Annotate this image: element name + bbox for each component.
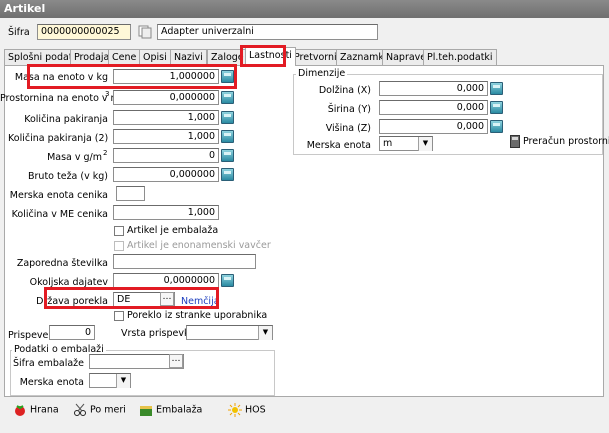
prostornina-label: Prostornina na enoto v m [0, 93, 120, 104]
calculator-icon[interactable] [221, 149, 234, 162]
merska-enota-dim-label: Merska enota [306, 140, 371, 151]
kolicina-pakiranja2-label: Količina pakiranja (2) [8, 133, 109, 144]
poreklo-stranke-label: Poreklo iz stranke uporabnika [127, 310, 268, 321]
name-input[interactable]: Adapter univerzalni [157, 24, 378, 40]
highlight-tab-lastnosti [240, 45, 286, 67]
dolzina-label: Dolžina (X) [318, 85, 371, 96]
calculator-icon[interactable] [490, 120, 503, 133]
calculator-icon[interactable] [221, 130, 234, 143]
hrana-button[interactable]: Hrana [13, 403, 59, 421]
okoljska-dajatev-input[interactable]: 0,0000000 [113, 273, 219, 288]
box-icon [139, 403, 153, 417]
calculator-icon[interactable] [221, 111, 234, 124]
enonamenski-vavcer-checkbox[interactable] [114, 241, 124, 251]
calculator-icon[interactable] [490, 101, 503, 114]
sirina-label: Širina (Y) [327, 104, 371, 115]
sirina-input[interactable]: 0,000 [379, 100, 488, 115]
chevron-down-icon[interactable]: ▼ [258, 326, 272, 340]
visina-input[interactable]: 0,000 [379, 119, 488, 134]
masa-gm-sup: 2 [103, 149, 108, 157]
merska-enota-cenika-input[interactable] [116, 186, 145, 201]
highlight-masa [27, 64, 237, 89]
calculator-icon[interactable] [221, 168, 234, 181]
kolicina-me-input[interactable]: 1,000 [113, 205, 219, 220]
visina-label: Višina (Z) [325, 123, 371, 134]
bruto-teza-label: Bruto teža (v kg) [28, 171, 108, 182]
kolicina-pakiranja2-input[interactable]: 1,000 [113, 129, 219, 144]
masa-gm-label: Masa v g/m [47, 152, 102, 163]
masa-gm-input[interactable]: 0 [113, 148, 219, 163]
sifra-label: Šifra [8, 27, 30, 38]
copy-icon[interactable] [138, 25, 152, 39]
chevron-down-icon[interactable]: ▼ [418, 137, 432, 151]
embalaza-label: Embalaža [156, 404, 203, 416]
prostornina-input[interactable]: 0,000000 [113, 90, 219, 105]
kolicina-pakiranja-label: Količina pakiranja [24, 114, 108, 125]
tab-pl-teh-podatki[interactable]: Pl.teh.podatki [423, 49, 497, 66]
sifra-embalaze-lookup-button[interactable]: … [169, 354, 183, 368]
artikel-embalaza-label: Artikel je embalaža [127, 225, 219, 236]
window-title: Artikel [0, 0, 609, 18]
prostornina-sup: 3 [105, 90, 110, 98]
prispevek-input[interactable]: 0 [49, 325, 95, 340]
embalaza-button[interactable]: Embalaža [139, 403, 202, 421]
zaporedna-stevilka-label: Zaporedna številka [16, 258, 108, 269]
po-meri-button[interactable]: Po meri [73, 403, 126, 421]
calculator-icon[interactable] [490, 82, 503, 95]
kolicina-pakiranja-input[interactable]: 1,000 [113, 110, 219, 125]
calculator-icon[interactable] [221, 274, 234, 287]
hrana-label: Hrana [30, 404, 59, 416]
bruto-teza-input[interactable]: 0,000000 [113, 167, 219, 182]
kolicina-me-label: Količina v ME cenika [11, 209, 108, 220]
artikel-embalaza-checkbox[interactable] [114, 226, 124, 236]
sun-icon [228, 403, 242, 417]
strawberry-icon [13, 403, 27, 417]
merska-enota-cenika-label: Merska enota cenika [9, 190, 108, 201]
zaporedna-stevilka-input[interactable] [113, 254, 256, 269]
sifra-input[interactable]: 0000000000025 [37, 24, 131, 40]
hos-button[interactable]: HOS [228, 403, 266, 421]
preracun-prostornine-button[interactable]: Preračun prostornine [523, 136, 609, 147]
highlight-drzava [44, 287, 219, 309]
po-meri-label: Po meri [90, 404, 126, 416]
poreklo-stranke-checkbox[interactable] [114, 311, 124, 321]
chevron-down-icon[interactable]: ▼ [116, 374, 130, 388]
calculator-icon[interactable] [221, 91, 234, 104]
calculator-small-icon[interactable] [510, 135, 520, 148]
prispevek-label: Prispevek [8, 330, 54, 341]
sifra-embalaze-label: Šifra embalaže [12, 358, 84, 369]
dolzina-input[interactable]: 0,000 [379, 81, 488, 96]
enonamenski-vavcer-label: Artikel je enonamenski vavčer [127, 240, 271, 251]
artikel-window: { "window": { "title": "Artikel" }, "hea… [0, 0, 609, 433]
vrsta-prispevka-label: Vrsta prispevka [121, 328, 196, 339]
dimenzije-group-title: Dimenzije [296, 68, 348, 79]
scissors-icon [73, 403, 87, 417]
hos-label: HOS [245, 404, 266, 416]
merska-enota-emb-label: Merska enota [19, 377, 84, 388]
